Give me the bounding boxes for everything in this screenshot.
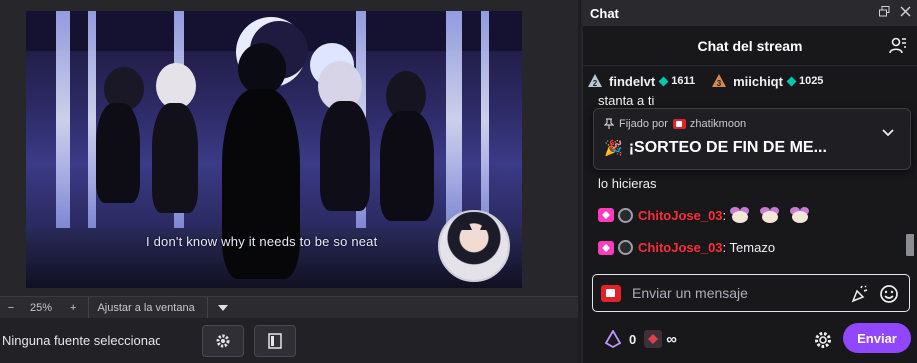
pinned-by: zhatikmoon xyxy=(689,118,747,130)
bits-icon[interactable] xyxy=(644,330,663,348)
source-status-label: Ninguna fuente seleccionada xyxy=(2,333,160,348)
character-figure xyxy=(222,89,300,279)
obs-preview-panel: I don't know why it needs to be so neat … xyxy=(0,0,578,363)
subtitle-overlay: I don't know why it needs to be so neat xyxy=(146,234,378,249)
character-figure xyxy=(152,103,198,213)
close-icon[interactable] xyxy=(900,6,911,17)
chat-input[interactable] xyxy=(632,285,832,301)
leaderboard: 2 findelvt 1611 3 miichiqt 1025 xyxy=(583,66,917,96)
emoji-icon[interactable] xyxy=(879,284,899,304)
avatar-ear xyxy=(458,214,472,230)
zoom-in-button[interactable]: + xyxy=(70,302,76,314)
undock-icon[interactable] xyxy=(879,6,890,17)
chat-bottom-bar: 0 ∞ Enviar xyxy=(583,320,917,358)
pinned-message-text: ¡SORTEO DE FIN DE ME... xyxy=(628,139,827,156)
filters-icon xyxy=(268,332,282,349)
pinned-message[interactable]: Fijado por zhatikmoon 🎉 ¡SORTEO DE FIN D… xyxy=(593,108,911,170)
rank-3-badge-icon: 3 xyxy=(712,74,727,88)
pin-icon xyxy=(604,118,614,129)
dock-titlebar: Chat xyxy=(583,0,917,26)
avatar-webcam-overlay xyxy=(438,210,510,282)
gear-icon[interactable] xyxy=(813,330,833,350)
chat-title: Chat del stream xyxy=(697,37,803,54)
chat-message-partial: stanta a ti xyxy=(598,96,655,106)
scene-pillar xyxy=(446,11,462,228)
bits-value: ∞ xyxy=(666,330,677,348)
chat-message: ChitoJose_03 : Temazo xyxy=(598,240,775,255)
leaderboard-points: 1611 xyxy=(671,75,696,87)
source-properties-button[interactable] xyxy=(202,324,244,357)
pinned-label: Fijado por xyxy=(619,118,668,130)
avatar-ear xyxy=(480,214,494,230)
gem-icon xyxy=(786,76,797,86)
chat-username[interactable]: ChitoJose_03 xyxy=(638,240,723,255)
character-figure xyxy=(320,101,370,211)
chat-message-text: Temazo xyxy=(726,240,776,255)
leaderboard-name: miichiqt xyxy=(733,73,783,89)
chat-message: ChitoJose_03 : xyxy=(598,206,811,224)
character-hair xyxy=(238,43,286,95)
leaderboard-entry[interactable]: 3 miichiqt 1025 xyxy=(711,73,823,89)
zoom-bar: − 25% + Ajustar a la ventana xyxy=(0,296,578,319)
scene-pillar xyxy=(481,11,489,228)
emote-icon xyxy=(789,206,811,224)
zoom-dropdown[interactable] xyxy=(206,296,237,319)
svg-text:3: 3 xyxy=(717,79,722,88)
app-window: I don't know why it needs to be so neat … xyxy=(0,0,917,363)
moderator-badge-icon xyxy=(618,240,633,255)
source-toolbar: Ninguna fuente seleccionada xyxy=(0,318,578,363)
chevron-down-icon xyxy=(217,304,228,311)
svg-text:2: 2 xyxy=(593,79,598,88)
dock-title: Chat xyxy=(590,5,619,21)
chat-messages[interactable]: stanta a ti Fijado por zhatikmoon 🎉 ¡SOR… xyxy=(583,96,917,271)
camera-badge-icon[interactable] xyxy=(601,284,621,302)
channel-points-value: 0 xyxy=(629,331,637,347)
party-popper-icon[interactable] xyxy=(851,285,869,303)
pinned-text: 🎉 ¡SORTEO DE FIN DE ME... xyxy=(604,139,827,157)
bits-glyph-icon xyxy=(648,334,659,344)
party-popper-icon: 🎉 xyxy=(604,140,623,157)
channel-points-icon[interactable] xyxy=(605,330,621,348)
send-button[interactable]: Enviar xyxy=(843,323,911,353)
emote-icon xyxy=(759,206,781,224)
chevron-down-icon[interactable] xyxy=(882,129,894,137)
chat-header: Chat del stream xyxy=(583,26,917,66)
chat-username[interactable]: ChitoJose_03 xyxy=(638,208,723,223)
camera-badge-icon xyxy=(672,119,686,129)
community-users-icon[interactable] xyxy=(889,36,909,56)
subscriber-badge-icon xyxy=(598,240,614,255)
fit-to-window-button[interactable]: Ajustar a la ventana xyxy=(88,296,195,319)
chat-message: lo hicieras xyxy=(598,176,657,191)
leaderboard-name: findelvt xyxy=(609,73,656,89)
pinned-meta: Fijado por zhatikmoon xyxy=(604,118,746,130)
leaderboard-entry[interactable]: 2 findelvt 1611 xyxy=(587,73,695,89)
character-figure xyxy=(380,111,434,221)
chat-scrollbar[interactable] xyxy=(906,234,914,256)
gear-icon xyxy=(216,334,230,347)
moderator-badge-icon xyxy=(618,207,633,223)
subscriber-badge-icon xyxy=(598,208,614,222)
gem-icon xyxy=(658,76,669,86)
emote-icon xyxy=(729,206,751,224)
chat-dock: Chat Chat del stream 2 findelvt 1611 3 m… xyxy=(581,0,917,363)
zoom-out-button[interactable]: − xyxy=(6,302,16,314)
chat-separator: : xyxy=(722,207,727,223)
scene-pillar xyxy=(88,11,96,228)
leaderboard-points: 1025 xyxy=(798,75,824,87)
source-filters-button[interactable] xyxy=(254,324,296,357)
chat-input-box[interactable] xyxy=(592,274,910,312)
character-figure xyxy=(96,103,140,203)
scene-pillar xyxy=(56,11,70,228)
rank-2-badge-icon: 2 xyxy=(588,74,602,88)
zoom-level: 25% xyxy=(30,301,53,314)
